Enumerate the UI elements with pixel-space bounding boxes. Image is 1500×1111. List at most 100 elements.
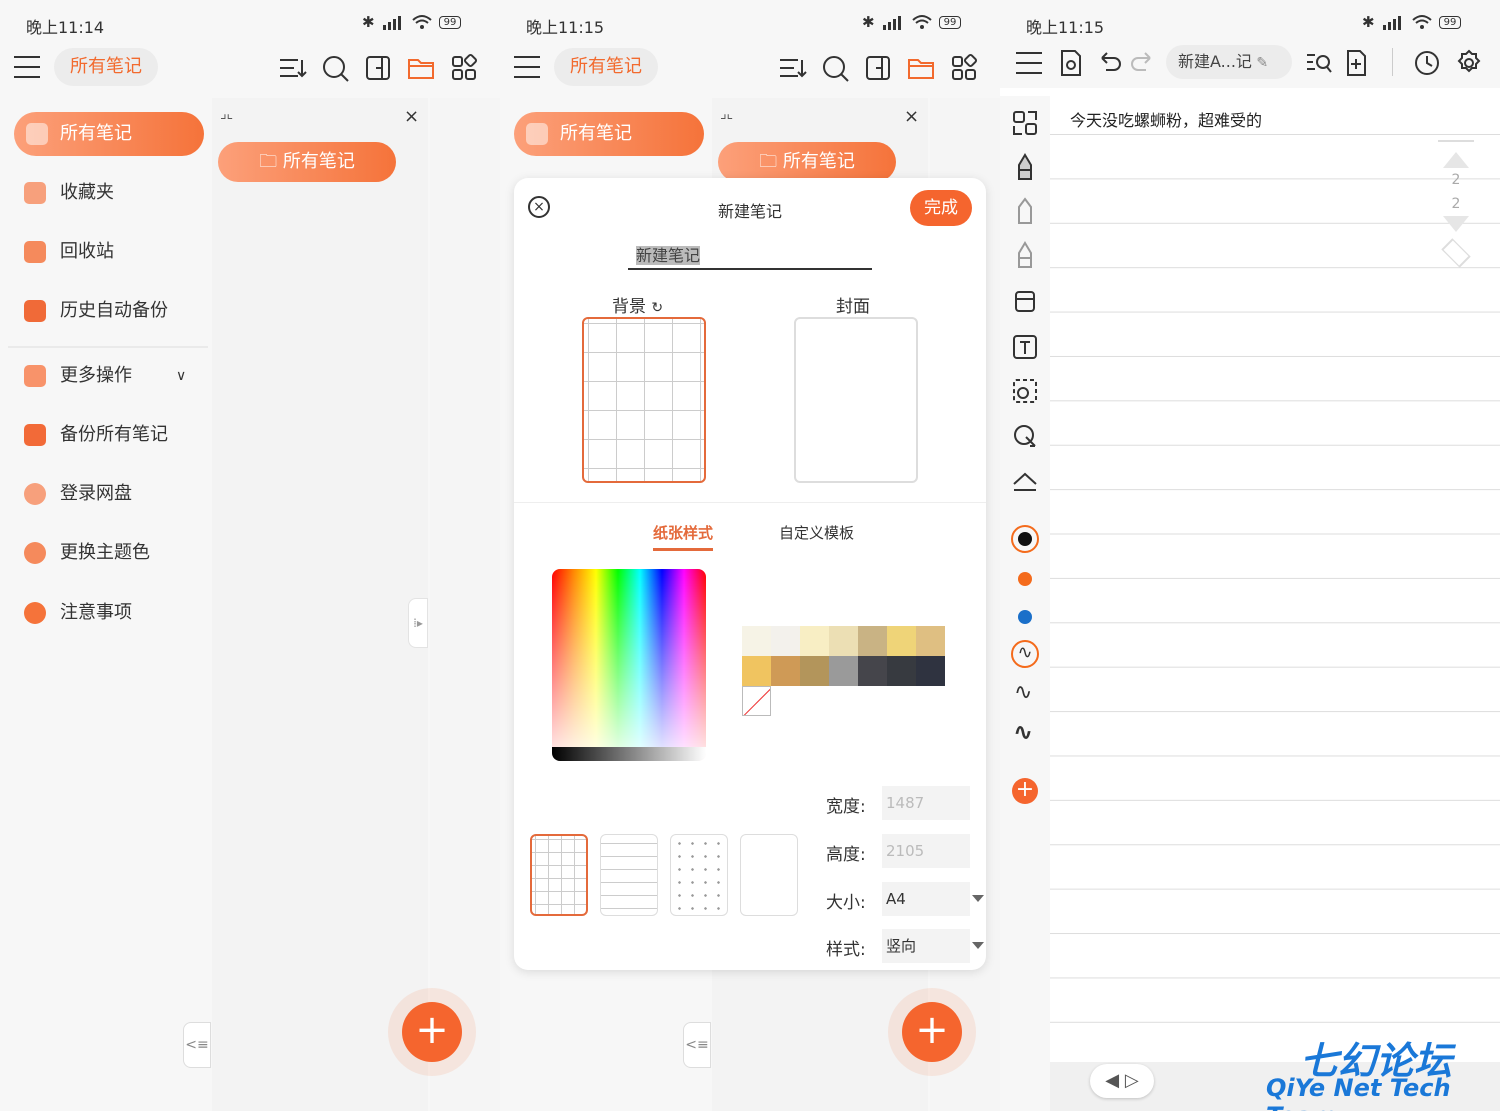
pen-color-black[interactable] bbox=[1011, 525, 1039, 553]
paper-lined-option[interactable] bbox=[600, 834, 658, 916]
pen-color-blue[interactable] bbox=[1018, 610, 1032, 624]
width-field[interactable]: 1487 bbox=[882, 786, 970, 820]
stroke-thin-icon[interactable]: ∿ bbox=[1011, 640, 1039, 668]
sidebar-item-backup-all[interactable]: 备份所有笔记 bbox=[0, 413, 210, 457]
grid-view-icon[interactable] bbox=[948, 52, 980, 84]
split-handle[interactable]: ⁞▸ bbox=[408, 598, 428, 648]
menu-icon[interactable] bbox=[514, 56, 540, 78]
lasso-icon[interactable] bbox=[1010, 422, 1040, 452]
folder-chip[interactable]: 🗀 所有笔记 bbox=[218, 142, 396, 182]
shape-icon[interactable] bbox=[1010, 376, 1040, 406]
next-page-icon[interactable]: ▷ bbox=[1125, 1070, 1139, 1091]
color-swatch[interactable] bbox=[800, 656, 829, 686]
prev-page-icon[interactable]: ◀ bbox=[1105, 1070, 1119, 1091]
color-swatch[interactable] bbox=[887, 626, 916, 656]
sidebar-item-history-backup[interactable]: 历史自动备份 bbox=[0, 289, 210, 333]
sidebar-item-login-cloud[interactable]: 登录网盘 bbox=[0, 472, 210, 516]
color-picker[interactable] bbox=[552, 569, 706, 761]
note-title-chip[interactable]: 新建A...记 ✎ bbox=[1166, 45, 1292, 79]
menu-icon[interactable] bbox=[14, 56, 40, 78]
search-icon[interactable] bbox=[819, 52, 851, 84]
pencil-icon[interactable] bbox=[1010, 196, 1040, 226]
color-swatch[interactable] bbox=[887, 656, 916, 686]
color-swatch[interactable] bbox=[742, 626, 771, 656]
done-button[interactable]: 完成 bbox=[910, 190, 972, 226]
search-icon[interactable] bbox=[319, 52, 351, 84]
search-text-icon[interactable] bbox=[1304, 48, 1334, 78]
layers-icon[interactable] bbox=[1441, 238, 1471, 268]
add-note-button[interactable]: + bbox=[888, 988, 976, 1076]
collapse-icon[interactable]: ⌟⌞ bbox=[720, 106, 733, 122]
current-folder-chip[interactable]: 所有笔记 bbox=[554, 48, 658, 86]
grid-view-icon[interactable] bbox=[448, 52, 480, 84]
no-color-swatch[interactable] bbox=[742, 686, 771, 716]
pen-color-orange[interactable] bbox=[1018, 572, 1032, 586]
sort-icon[interactable] bbox=[776, 52, 808, 84]
layout-switch-icon[interactable] bbox=[1010, 108, 1040, 138]
add-note-button[interactable]: + bbox=[388, 988, 476, 1076]
page-up-icon[interactable] bbox=[1443, 152, 1469, 168]
color-swatch[interactable] bbox=[800, 626, 829, 656]
notebook-icon[interactable] bbox=[862, 52, 894, 84]
note-preview-area bbox=[430, 98, 500, 1111]
collapse-tools-icon[interactable] bbox=[1010, 466, 1040, 496]
sidebar-item-all-notes[interactable]: 所有笔记 bbox=[14, 112, 204, 156]
orientation-select[interactable]: 竖向 bbox=[882, 929, 984, 963]
page-nav-button[interactable]: ◀ ▷ bbox=[1090, 1064, 1154, 1098]
background-thumbnail[interactable] bbox=[582, 317, 706, 483]
sort-icon[interactable] bbox=[276, 52, 308, 84]
text-box-icon[interactable] bbox=[1010, 332, 1040, 362]
notebook-icon[interactable] bbox=[362, 52, 394, 84]
tab-paper-style[interactable]: 纸张样式 bbox=[653, 522, 714, 551]
collapse-icon[interactable]: ⌟⌞ bbox=[220, 106, 233, 122]
note-name-input[interactable]: 新建笔记 bbox=[628, 242, 872, 270]
color-swatch[interactable] bbox=[916, 626, 945, 656]
sidebar-item-more-actions[interactable]: 更多操作 ∨ bbox=[0, 354, 210, 398]
note-canvas[interactable] bbox=[1050, 96, 1500, 1111]
close-icon[interactable]: × bbox=[904, 106, 919, 127]
gear-icon[interactable] bbox=[1454, 48, 1484, 78]
color-swatch[interactable] bbox=[858, 656, 887, 686]
color-swatch[interactable] bbox=[858, 626, 887, 656]
stroke-thick-icon[interactable]: ∿ bbox=[1013, 718, 1033, 746]
color-swatch[interactable] bbox=[771, 656, 800, 686]
reading-mode-icon[interactable] bbox=[1056, 48, 1086, 78]
folder-icon[interactable] bbox=[405, 52, 437, 84]
marker-icon[interactable] bbox=[1010, 240, 1040, 270]
color-swatch[interactable] bbox=[916, 656, 945, 686]
color-swatch[interactable] bbox=[771, 626, 800, 656]
add-tool-icon[interactable]: + bbox=[1012, 778, 1038, 804]
color-swatch[interactable] bbox=[829, 626, 858, 656]
stroke-medium-icon[interactable]: ∿ bbox=[1014, 680, 1032, 705]
folder-icon[interactable] bbox=[905, 52, 937, 84]
tab-custom-template[interactable]: 自定义模板 bbox=[779, 522, 854, 543]
close-icon[interactable]: × bbox=[404, 106, 419, 127]
refresh-icon[interactable]: ↻ bbox=[651, 300, 663, 316]
fountain-pen-icon[interactable] bbox=[1010, 152, 1040, 182]
undo-icon[interactable] bbox=[1094, 48, 1124, 78]
height-field[interactable]: 2105 bbox=[882, 834, 970, 868]
current-folder-chip[interactable]: 所有笔记 bbox=[54, 48, 158, 86]
brightness-slider[interactable] bbox=[552, 747, 706, 761]
folder-chip[interactable]: 🗀 所有笔记 bbox=[718, 142, 896, 182]
sidebar-toggle-handle[interactable]: <≡ bbox=[183, 1022, 211, 1068]
redo-icon[interactable] bbox=[1128, 48, 1158, 78]
clock-icon[interactable] bbox=[1412, 48, 1442, 78]
sidebar-toggle-handle[interactable]: <≡ bbox=[683, 1022, 711, 1068]
color-swatch[interactable] bbox=[742, 656, 771, 686]
sidebar-item-notes[interactable]: 注意事项 bbox=[0, 591, 210, 635]
page-down-icon[interactable] bbox=[1443, 216, 1469, 232]
color-swatch[interactable] bbox=[829, 656, 858, 686]
size-select[interactable]: A4 bbox=[882, 882, 984, 916]
sidebar-item-theme-color[interactable]: 更换主题色 bbox=[0, 531, 210, 575]
eraser-icon[interactable] bbox=[1010, 286, 1040, 316]
cover-thumbnail[interactable] bbox=[794, 317, 918, 483]
sidebar-item-favorites[interactable]: 收藏夹 bbox=[0, 171, 210, 215]
add-page-icon[interactable] bbox=[1342, 48, 1372, 78]
sidebar-item-trash[interactable]: 回收站 bbox=[0, 230, 210, 274]
sidebar-item-all-notes[interactable]: 所有笔记 bbox=[514, 112, 704, 156]
paper-dotted-option[interactable] bbox=[670, 834, 728, 916]
paper-blank-option[interactable] bbox=[740, 834, 798, 916]
paper-grid-option[interactable] bbox=[530, 834, 588, 916]
menu-icon[interactable] bbox=[1016, 52, 1042, 74]
